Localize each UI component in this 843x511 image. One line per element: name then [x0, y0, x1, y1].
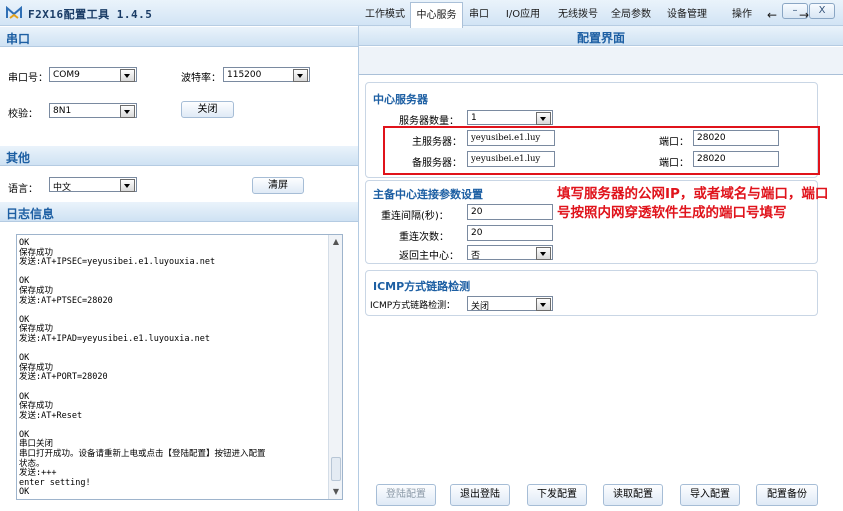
server-count-value: 1 [471, 113, 477, 123]
icmp-select[interactable]: 关闭 [467, 296, 553, 312]
tab-operation[interactable]: 操作 [727, 2, 757, 28]
app-logo-icon [6, 5, 22, 20]
clear-screen-button[interactable]: 清屏 [252, 177, 304, 194]
tab-device-management[interactable]: 设备管理 [661, 2, 713, 28]
icmp-label: ICMP方式链路检测： [370, 301, 456, 311]
center-server-title: 中心服务器 [373, 93, 428, 106]
log-textarea[interactable]: OK 保存成功 发送:AT+IPSEC=yeyusibei.e1.luyouxi… [16, 234, 343, 500]
parity-select[interactable]: 8N1 [49, 103, 137, 118]
panel-divider [358, 26, 359, 511]
chevron-down-icon[interactable] [536, 112, 551, 125]
tab-center-service[interactable]: 中心服务 [410, 2, 463, 28]
chevron-down-icon[interactable] [536, 247, 551, 260]
return-main-select[interactable]: 否 [467, 245, 553, 261]
send-config-button[interactable]: 下发配置 [527, 484, 587, 506]
nav-prev-button[interactable]: ← [760, 2, 784, 28]
tab-serial[interactable]: 串口 [465, 2, 493, 28]
port-label: 串口号： [8, 73, 48, 84]
reconnect-count-input[interactable]: 20 [467, 225, 553, 241]
port-select[interactable]: COM9 [49, 67, 137, 82]
server-count-select[interactable]: 1 [467, 110, 553, 125]
chevron-down-icon[interactable] [120, 105, 135, 118]
language-value: 中文 [53, 183, 72, 193]
config-tab-bar [359, 47, 843, 75]
return-main-label: 返回主中心： [399, 251, 459, 262]
scroll-thumb[interactable] [331, 457, 341, 481]
baud-select[interactable]: 115200 [223, 67, 310, 82]
scroll-down-icon[interactable]: ▼ [329, 485, 342, 499]
parity-value: 8N1 [53, 106, 72, 116]
baud-label: 波特率： [181, 73, 221, 84]
nav-next-button[interactable]: → [792, 2, 816, 28]
tab-io[interactable]: I/O应用 [497, 2, 549, 28]
return-main-value: 否 [471, 251, 481, 261]
connect-params-title: 主备中心连接参数设置 [373, 188, 483, 201]
parity-label: 校验： [8, 109, 38, 120]
login-config-button[interactable]: 登陆配置 [376, 484, 436, 506]
config-header: 配置界面 [359, 26, 843, 46]
port-value: COM9 [53, 70, 80, 80]
chevron-down-icon[interactable] [293, 69, 308, 82]
close-port-button[interactable]: 关闭 [181, 101, 234, 118]
serial-section-header: 串口 [0, 27, 359, 47]
import-config-button[interactable]: 导入配置 [680, 484, 740, 506]
server-count-label: 服务器数量： [399, 116, 459, 127]
log-content: OK 保存成功 发送:AT+IPSEC=yeyusibei.e1.luyouxi… [19, 238, 266, 498]
chevron-down-icon[interactable] [120, 69, 135, 82]
annotation-text: 填写服务器的公网IP，或者域名与端口，端口号按照内网穿透软件生成的端口号填写 [557, 186, 829, 221]
baud-value: 115200 [227, 70, 262, 80]
tab-work-mode[interactable]: 工作模式 [361, 2, 409, 28]
highlight-rectangle [383, 126, 820, 175]
reconnect-interval-input[interactable]: 20 [467, 204, 553, 220]
backup-config-button[interactable]: 配置备份 [756, 484, 818, 506]
other-section-header: 其他 [0, 146, 359, 166]
logout-button[interactable]: 退出登陆 [450, 484, 510, 506]
icmp-value: 关闭 [471, 302, 490, 312]
log-section-header: 日志信息 [0, 202, 359, 222]
tab-wireless-dial[interactable]: 无线拨号 [553, 2, 603, 28]
language-label: 语言： [8, 184, 38, 195]
read-config-button[interactable]: 读取配置 [603, 484, 663, 506]
icmp-title: ICMP方式链路检测 [373, 280, 471, 293]
chevron-down-icon[interactable] [536, 298, 551, 311]
log-scrollbar[interactable]: ▲ ▼ [328, 235, 342, 499]
window-title: F2X16配置工具 1.4.5 [28, 8, 153, 21]
tab-global-params[interactable]: 全局参数 [606, 2, 656, 28]
reconnect-interval-label: 重连间隔(秒)： [381, 211, 449, 222]
reconnect-count-label: 重连次数： [399, 232, 449, 243]
chevron-down-icon[interactable] [120, 179, 135, 192]
scroll-up-icon[interactable]: ▲ [329, 235, 342, 249]
language-select[interactable]: 中文 [49, 177, 137, 193]
